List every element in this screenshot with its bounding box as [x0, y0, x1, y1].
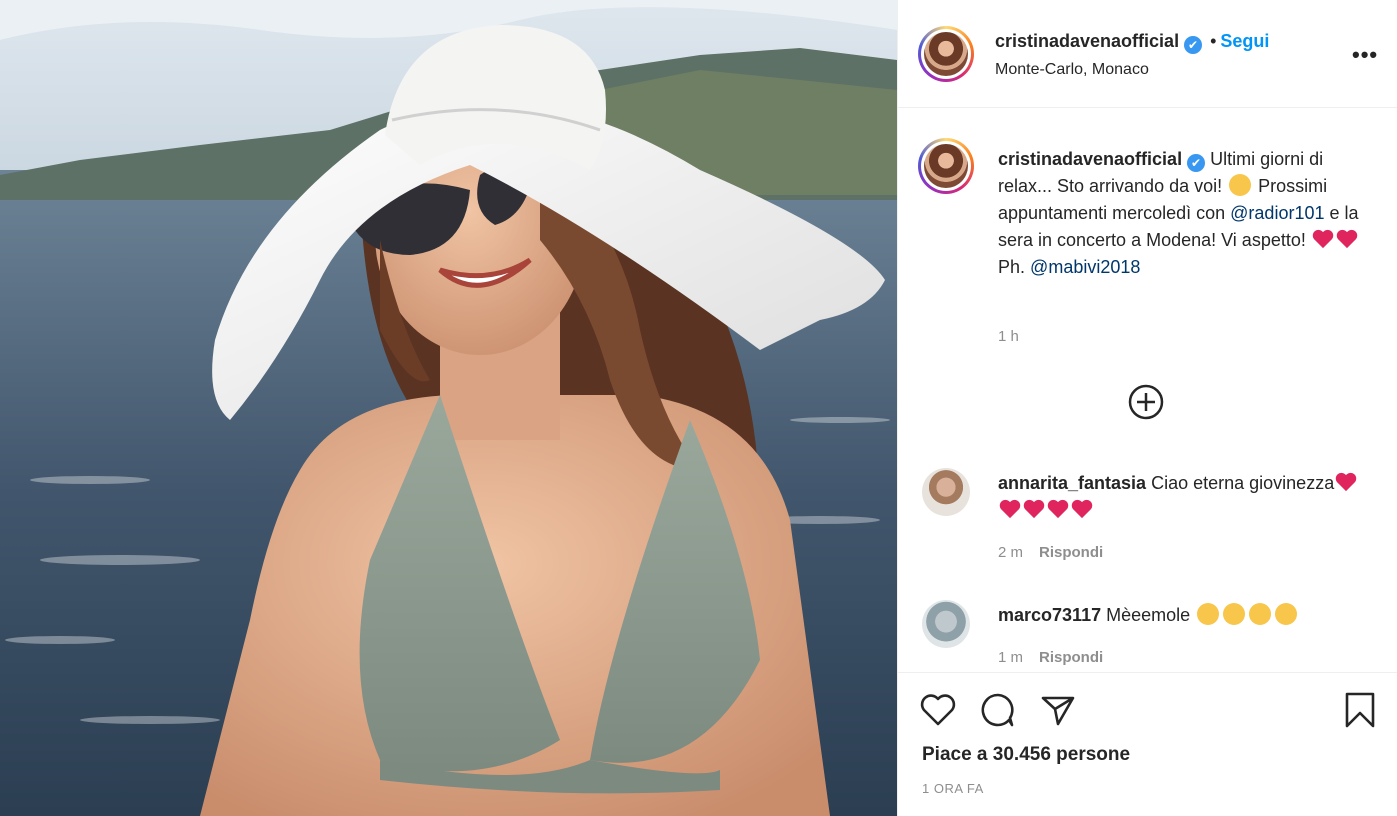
likes-count[interactable]: Piace a 30.456 persone	[922, 744, 1130, 766]
post-location[interactable]: Monte-Carlo, Monaco	[995, 61, 1149, 79]
post-side-panel: cristinadavenaofficial ✔ • Segui Monte-Carl…	[897, 0, 1397, 816]
post-photo[interactable]	[0, 0, 897, 816]
red-heart-icon	[1023, 499, 1045, 519]
caption-text-4: Ph.	[998, 257, 1026, 277]
comment-username[interactable]: marco73117	[998, 605, 1101, 625]
red-heart-icon	[999, 499, 1021, 519]
comment-text-1: Ciao eterna	[1151, 473, 1245, 493]
astonished-face-icon	[1275, 603, 1298, 625]
author-avatar[interactable]	[918, 26, 974, 82]
photo-illustration	[0, 0, 897, 816]
speech-bubble-icon[interactable]	[978, 690, 1018, 730]
comment-username[interactable]: annarita_fantasia	[998, 473, 1146, 493]
comment-text: Mèeemole	[1106, 605, 1191, 625]
red-heart-icon	[1312, 229, 1334, 249]
astonished-face-icon	[1249, 603, 1272, 625]
astonished-face-icon	[1223, 603, 1246, 625]
instagram-post: cristinadavenaofficial ✔ • Segui Monte-Carl…	[0, 0, 1397, 816]
comment-text-2: giovinezza	[1249, 473, 1335, 493]
comments-section[interactable]: cristinadavenaofficial ✔ Ultimi giorni di…	[898, 108, 1397, 672]
comment: annarita_fantasia Ciao eterna giovinezza	[998, 470, 1368, 524]
red-heart-icon	[1336, 229, 1358, 249]
smiling-face-with-hearts-icon	[1229, 174, 1252, 196]
follow-button[interactable]: Segui	[1220, 31, 1269, 51]
verified-badge-icon: ✔	[1187, 154, 1206, 172]
post-actions: Piace a 30.456 persone 1 ORA FA	[898, 672, 1397, 816]
paper-plane-icon[interactable]	[1038, 690, 1078, 730]
comment-meta: 2 m Rispondi	[998, 544, 1103, 561]
comment: marco73117 Mèeemole	[998, 602, 1368, 629]
caption-time[interactable]: 1 h	[998, 328, 1019, 345]
comment-time[interactable]: 2 m	[998, 544, 1023, 561]
commenter-avatar[interactable]	[922, 468, 970, 516]
caption-avatar[interactable]	[918, 138, 974, 194]
heart-outline-icon[interactable]	[918, 690, 958, 730]
caption-username[interactable]: cristinadavenaofficial	[998, 149, 1182, 169]
red-heart-icon	[1047, 499, 1069, 519]
comment-meta: 1 m Rispondi	[998, 649, 1103, 666]
reply-button[interactable]: Rispondi	[1039, 649, 1103, 666]
post-time-ago[interactable]: 1 ORA FA	[922, 781, 984, 796]
author-username[interactable]: cristinadavenaofficial	[995, 31, 1179, 51]
comment-time[interactable]: 1 m	[998, 649, 1023, 666]
reply-button[interactable]: Rispondi	[1039, 544, 1103, 561]
commenter-avatar[interactable]	[922, 600, 970, 648]
post-caption: cristinadavenaofficial ✔ Ultimi giorni di…	[998, 146, 1368, 281]
mention-link[interactable]: @radior101	[1230, 203, 1324, 223]
plus-circle-icon[interactable]	[1128, 384, 1164, 420]
header-author-line: cristinadavenaofficial ✔ • Segui	[995, 31, 1269, 54]
red-heart-icon	[1071, 499, 1093, 519]
verified-badge-icon: ✔	[1184, 36, 1203, 54]
bookmark-icon[interactable]	[1340, 690, 1380, 730]
astonished-face-icon	[1197, 603, 1220, 625]
mention-link[interactable]: @mabivi2018	[1030, 257, 1140, 277]
follow-separator: •	[1210, 31, 1217, 51]
red-heart-icon	[1335, 472, 1357, 492]
post-header: cristinadavenaofficial ✔ • Segui Monte-Carl…	[898, 0, 1397, 108]
options-ellipsis-icon[interactable]: •••	[1352, 42, 1378, 68]
